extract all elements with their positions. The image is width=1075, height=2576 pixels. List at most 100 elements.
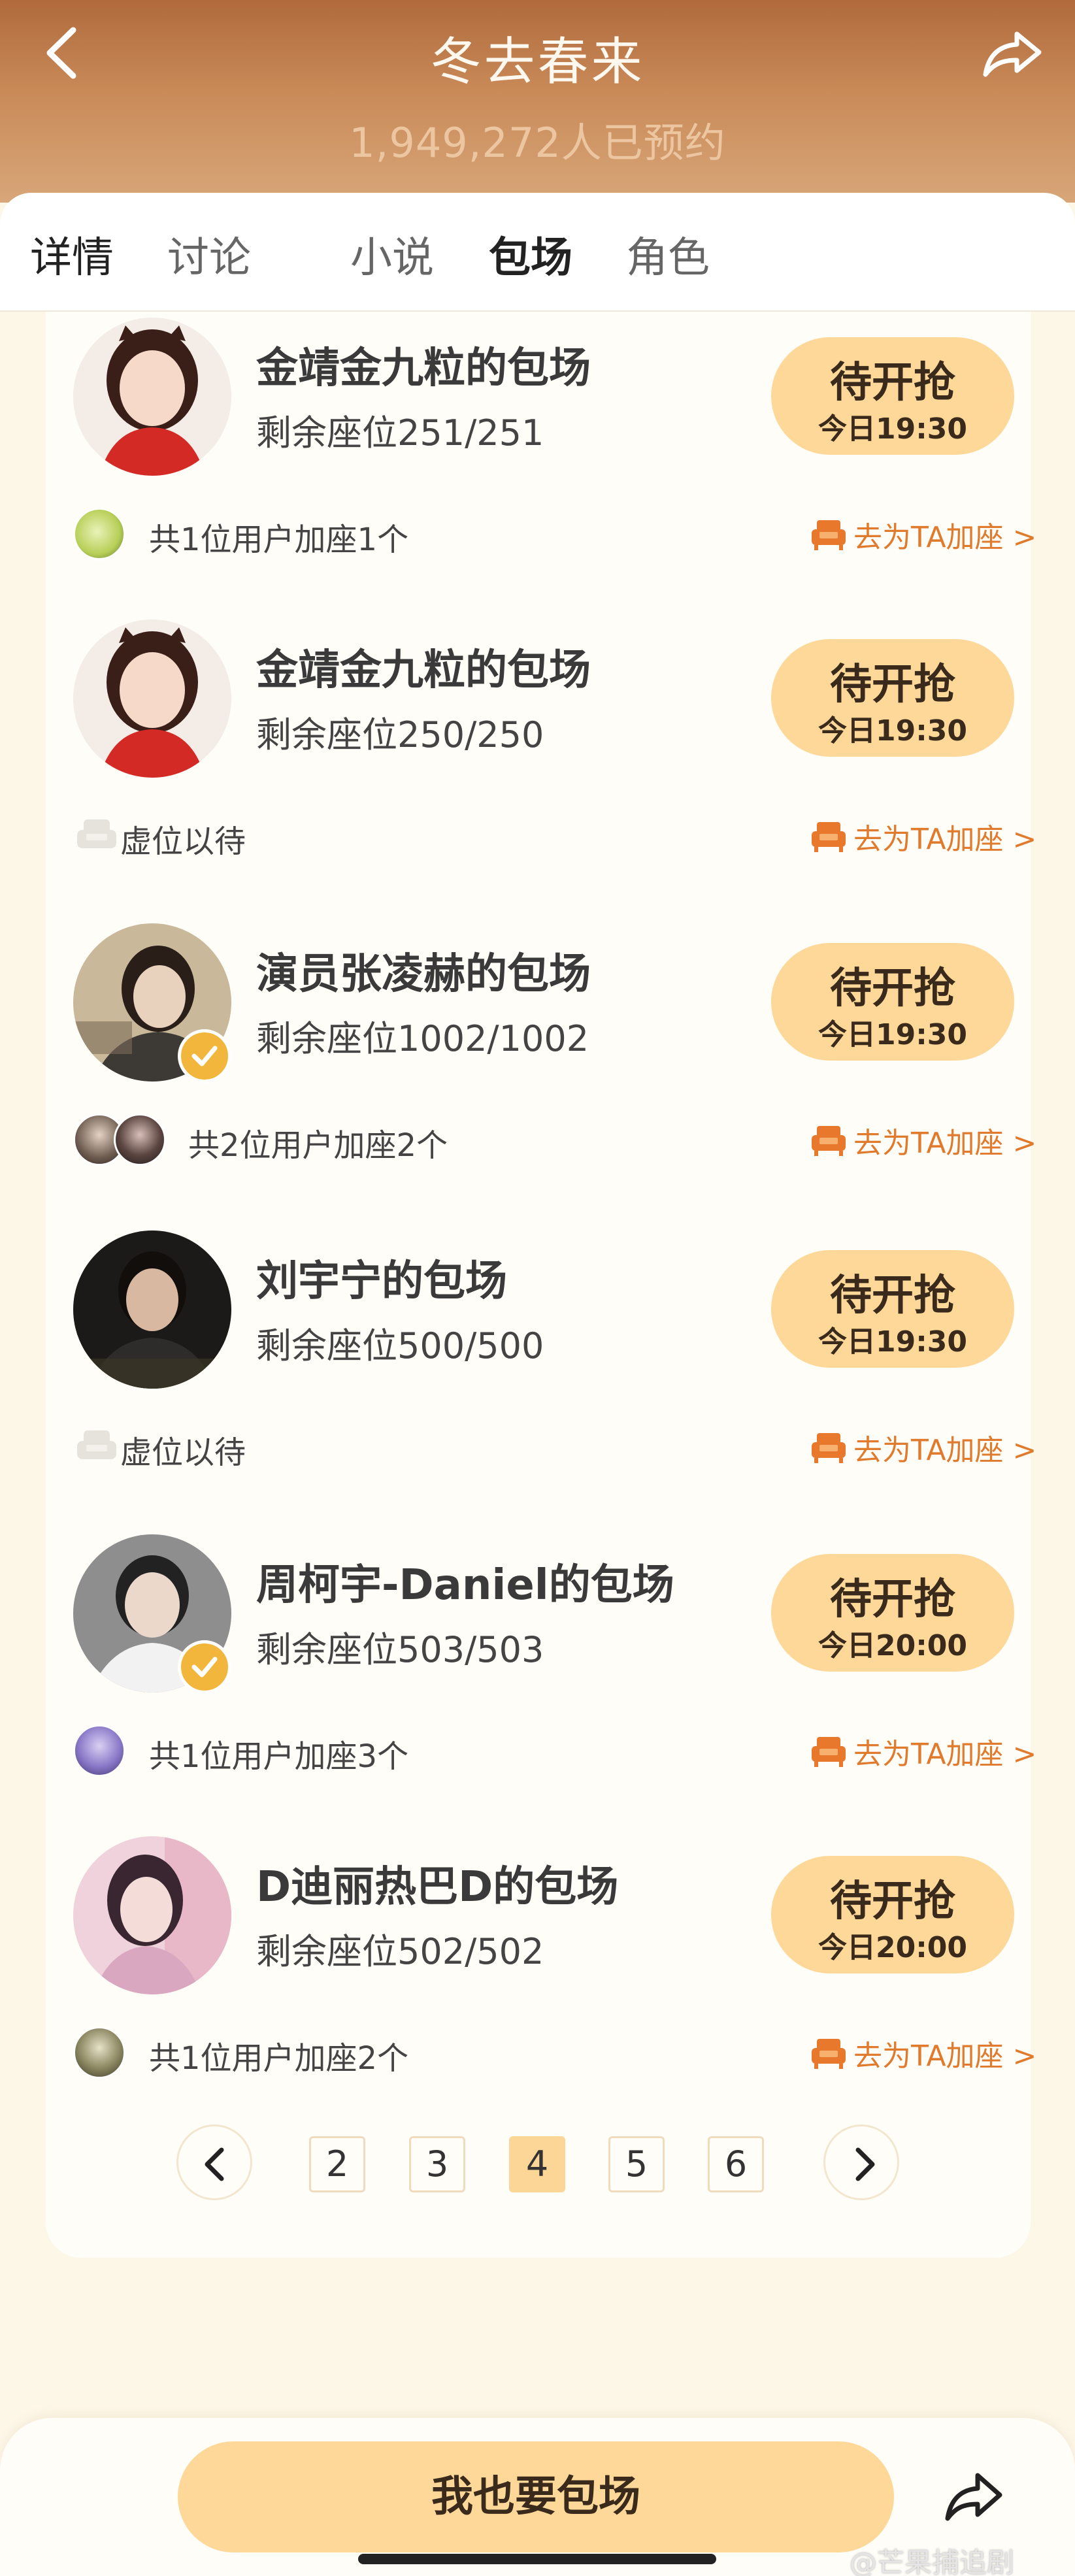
check-icon: [191, 1046, 218, 1066]
add-seat-label: 去为TA加座 >: [853, 1127, 1037, 1160]
grab-button[interactable]: 待开抢 今日20:00: [771, 1856, 1014, 1973]
list-item[interactable]: 金靖金九粒的包场 剩余座位250/250 待开抢 今日19:30 虚位以待 去为…: [46, 617, 1036, 917]
grab-label: 待开抢: [830, 661, 955, 709]
seat-add-row: 虚位以待 去为TA加座 >: [73, 1417, 1036, 1476]
tab-bar: 详情 讨论 小说 包场 角色: [0, 193, 1075, 312]
sofa-icon: [812, 2039, 846, 2069]
seat-add-text: 虚位以待: [120, 1434, 246, 1471]
add-seat-link[interactable]: 去为TA加座 >: [810, 1424, 1036, 1471]
user-avatar[interactable]: [73, 1725, 125, 1777]
add-seat-link[interactable]: 去为TA加座 >: [810, 1117, 1036, 1164]
list-item[interactable]: 演员张凌赫的包场 剩余座位1002/1002 待开抢 今日19:30 共2位用户…: [46, 921, 1036, 1221]
tab-discussion[interactable]: 讨论: [167, 224, 251, 284]
grab-button[interactable]: 待开抢 今日19:30: [771, 943, 1014, 1061]
sofa-icon: [812, 822, 846, 852]
verified-badge: [178, 1640, 231, 1694]
seat-add-row: 共1位用户加座2个 去为TA加座 >: [73, 2023, 1036, 2082]
bottom-action-bar: 我也要包场 @芒果捕追剧: [0, 2418, 1075, 2576]
grab-label: 待开抢: [830, 1877, 955, 1926]
grab-time: 今日19:30: [818, 1325, 968, 1359]
chevron-left-icon: [205, 2147, 224, 2181]
next-page-button[interactable]: [823, 2124, 899, 2200]
grab-button[interactable]: 待开抢 今日20:00: [771, 1554, 1014, 1672]
share-button[interactable]: [941, 2468, 1006, 2526]
add-seat-label: 去为TA加座 >: [853, 823, 1037, 856]
page-button[interactable]: 5: [608, 2136, 665, 2192]
pagination: 2 3 4 5 6: [46, 2122, 1031, 2200]
seat-add-row: 共1位用户加座1个 去为TA加座 >: [73, 504, 1036, 563]
prev-page-button[interactable]: [176, 2124, 252, 2200]
check-icon: [191, 1657, 218, 1677]
grab-time: 今日19:30: [818, 1018, 968, 1051]
seat-add-text: 共1位用户加座3个: [149, 1738, 409, 1775]
avatar[interactable]: [73, 318, 231, 476]
home-indicator: [358, 2554, 716, 2564]
screening-list: 金靖金九粒的包场 剩余座位251/251 待开抢 今日19:30 共1位用户加座…: [46, 312, 1036, 2258]
remaining-seats: 剩余座位251/251: [256, 412, 544, 454]
list-item[interactable]: 周柯宇-Daniel的包场 剩余座位503/503 待开抢 今日20:00 共1…: [46, 1532, 1036, 1832]
grab-button[interactable]: 待开抢 今日19:30: [771, 639, 1014, 757]
add-seat-link[interactable]: 去为TA加座 >: [810, 813, 1036, 860]
sofa-icon: [812, 1126, 846, 1156]
grab-button[interactable]: 待开抢 今日19:30: [771, 337, 1014, 455]
remaining-seats: 剩余座位1002/1002: [256, 1018, 589, 1059]
host-name: 金靖金九粒的包场: [256, 344, 591, 393]
add-seat-label: 去为TA加座 >: [853, 521, 1037, 554]
tab-details[interactable]: 详情: [30, 224, 114, 284]
tab-private-screening[interactable]: 包场: [489, 224, 572, 284]
list-item[interactable]: D迪丽热巴D的包场 剩余座位502/502 待开抢 今日20:00 共1位用户加…: [46, 1834, 1036, 2134]
sofa-icon: [812, 520, 846, 550]
share-icon: [945, 2473, 1002, 2521]
top-header: 冬去春来 1,949,272人已预约: [0, 0, 1075, 203]
remaining-seats: 剩余座位250/250: [256, 714, 544, 755]
host-name: D迪丽热巴D的包场: [256, 1863, 619, 1911]
add-seat-link[interactable]: 去为TA加座 >: [810, 1728, 1036, 1775]
user-avatar[interactable]: [73, 2026, 125, 2079]
add-seat-link[interactable]: 去为TA加座 >: [810, 2030, 1036, 2077]
avatar[interactable]: [73, 619, 231, 778]
seat-add-text: 虚位以待: [120, 823, 246, 860]
user-avatar[interactable]: [73, 508, 125, 560]
page-button[interactable]: 3: [409, 2136, 465, 2192]
host-name: 刘宇宁的包场: [256, 1257, 507, 1306]
grab-time: 今日20:00: [818, 1931, 968, 1964]
seat-add-text: 共2位用户加座2个: [188, 1127, 448, 1164]
list-item[interactable]: 金靖金九粒的包场 剩余座位251/251 待开抢 今日19:30 共1位用户加座…: [46, 315, 1036, 616]
remaining-seats: 剩余座位500/500: [256, 1325, 544, 1366]
page-title: 冬去春来: [430, 33, 645, 91]
grab-label: 待开抢: [830, 1272, 955, 1320]
grab-label: 待开抢: [830, 359, 955, 407]
seat-add-row: 虚位以待 去为TA加座 >: [73, 806, 1036, 865]
seat-add-row: 共2位用户加座2个 去为TA加座 >: [73, 1110, 1036, 1169]
avatar[interactable]: [73, 1836, 231, 1994]
page-button[interactable]: 2: [309, 2136, 365, 2192]
avatar[interactable]: [73, 1230, 231, 1389]
add-seat-link[interactable]: 去为TA加座 >: [810, 511, 1036, 558]
reserve-count: 1,949,272人已预约: [349, 119, 726, 167]
user-avatar[interactable]: [114, 1114, 166, 1166]
page-button[interactable]: 6: [708, 2136, 764, 2192]
share-button[interactable]: [980, 20, 1046, 85]
add-seat-label: 去为TA加座 >: [853, 1434, 1037, 1467]
grab-time: 今日20:00: [818, 1629, 968, 1662]
add-seat-label: 去为TA加座 >: [853, 2039, 1037, 2073]
host-name: 金靖金九粒的包场: [256, 646, 591, 695]
host-screening-button[interactable]: 我也要包场: [178, 2441, 894, 2552]
seat-add-text: 共1位用户加座2个: [149, 2040, 409, 2077]
tab-roles[interactable]: 角色: [626, 224, 710, 284]
sofa-icon: [812, 1737, 846, 1767]
verified-badge: [178, 1029, 231, 1083]
grab-time: 今日19:30: [818, 714, 968, 748]
remaining-seats: 剩余座位503/503: [256, 1629, 544, 1670]
watermark: @芒果捕追剧: [850, 2547, 1015, 2576]
chevron-right-icon: [855, 2147, 875, 2181]
grab-button[interactable]: 待开抢 今日19:30: [771, 1250, 1014, 1368]
page-button-current[interactable]: 4: [509, 2136, 565, 2192]
add-seat-label: 去为TA加座 >: [853, 1738, 1037, 1771]
empty-seat-icon: [77, 1430, 116, 1459]
grab-time: 今日19:30: [818, 412, 968, 446]
list-item[interactable]: 刘宇宁的包场 剩余座位500/500 待开抢 今日19:30 虚位以待 去为TA…: [46, 1228, 1036, 1528]
empty-seat-icon: [77, 819, 116, 848]
share-icon: [983, 31, 1042, 77]
tab-novel[interactable]: 小说: [350, 224, 434, 284]
